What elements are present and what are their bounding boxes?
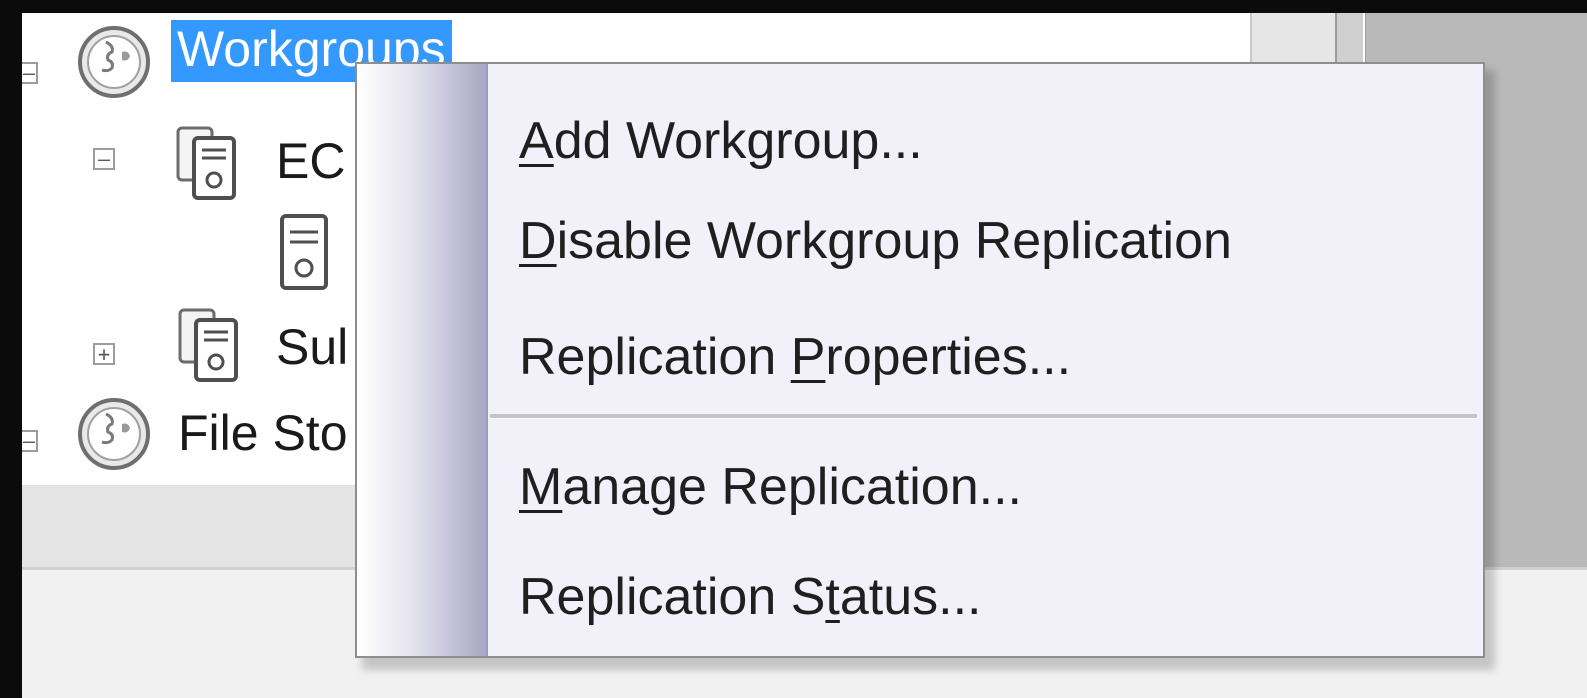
tree-item-label: File Sto bbox=[178, 405, 348, 461]
tree-item-label: Sul bbox=[276, 319, 349, 375]
window: – Workgroups – EC + Sul – File Sto Add W… bbox=[0, 0, 1587, 698]
menu-item-label: Manage Replication... bbox=[519, 458, 1022, 516]
menu-item-add-workgroup[interactable]: Add Workgroup... bbox=[488, 86, 1483, 196]
menu-item-label: Replication Status... bbox=[519, 568, 982, 626]
expand-icon[interactable]: + bbox=[93, 343, 115, 365]
context-menu-icon-gutter bbox=[357, 64, 488, 656]
server-icon bbox=[280, 214, 328, 290]
tree-item-label: EC bbox=[276, 133, 346, 189]
screen-border-left bbox=[0, 13, 22, 698]
globe-icon bbox=[78, 26, 150, 98]
menu-item-label: Replication Properties... bbox=[519, 328, 1072, 386]
globe-icon bbox=[78, 398, 150, 470]
context-menu: Add Workgroup... Disable Workgroup Repli… bbox=[355, 62, 1485, 658]
collapse-icon[interactable]: – bbox=[93, 148, 115, 170]
menu-item-manage-replication[interactable]: Manage Replication... bbox=[488, 432, 1483, 542]
menu-item-label: Add Workgroup... bbox=[519, 112, 923, 170]
server-group-icon bbox=[176, 126, 236, 200]
menu-separator bbox=[490, 414, 1477, 419]
menu-item-replication-status[interactable]: Replication Status... bbox=[488, 542, 1483, 652]
screen-border-top bbox=[0, 0, 1587, 13]
menu-item-disable-workgroup-replication[interactable]: Disable Workgroup Replication bbox=[488, 186, 1483, 296]
menu-item-label: Disable Workgroup Replication bbox=[519, 212, 1232, 270]
collapse-icon[interactable]: – bbox=[22, 62, 38, 84]
collapse-icon[interactable]: – bbox=[22, 430, 38, 452]
server-group-icon bbox=[178, 308, 238, 382]
menu-item-replication-properties[interactable]: Replication Properties... bbox=[488, 302, 1483, 412]
